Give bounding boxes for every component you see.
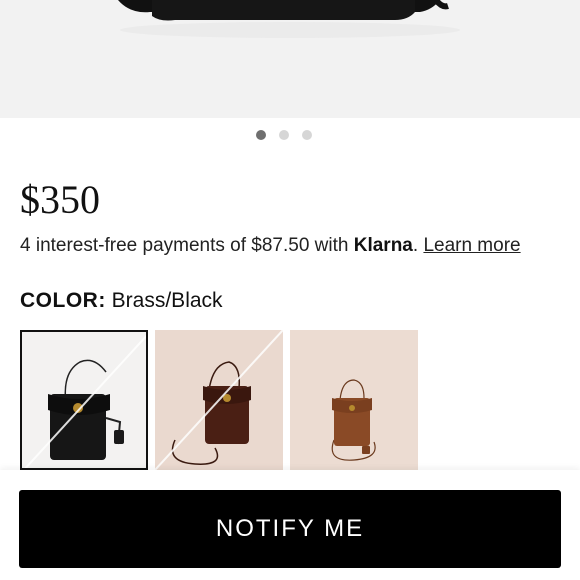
swatch-image [22,332,146,468]
color-swatch-tan[interactable] [290,330,418,470]
color-label: COLOR: [20,289,106,312]
installment-separator: . [412,235,424,256]
color-swatches [20,330,418,470]
pagination-dot-2[interactable] [279,130,289,140]
learn-more-link[interactable]: Learn more [423,235,520,256]
product-price: $350 [20,177,100,222]
installment-text: 4 interest-free payments of $87.50 with [20,235,354,256]
installment-info: 4 interest-free payments of $87.50 with … [20,234,521,258]
color-selector-label: COLOR: Brass/Black [20,288,223,314]
notify-me-button[interactable]: NOTIFY ME [19,490,561,568]
swatch-image [290,330,418,470]
image-pagination [256,130,312,140]
pagination-dot-3[interactable] [302,130,312,140]
color-value: Brass/Black [111,289,223,312]
bag-image-crop [0,0,580,118]
klarna-logo: Klarna [353,235,413,256]
color-swatch-brown[interactable] [155,330,283,470]
pagination-dot-1[interactable] [256,130,266,140]
swatch-image [155,330,283,470]
product-hero-image[interactable] [0,0,580,118]
color-swatch-brass-black[interactable] [20,330,148,470]
